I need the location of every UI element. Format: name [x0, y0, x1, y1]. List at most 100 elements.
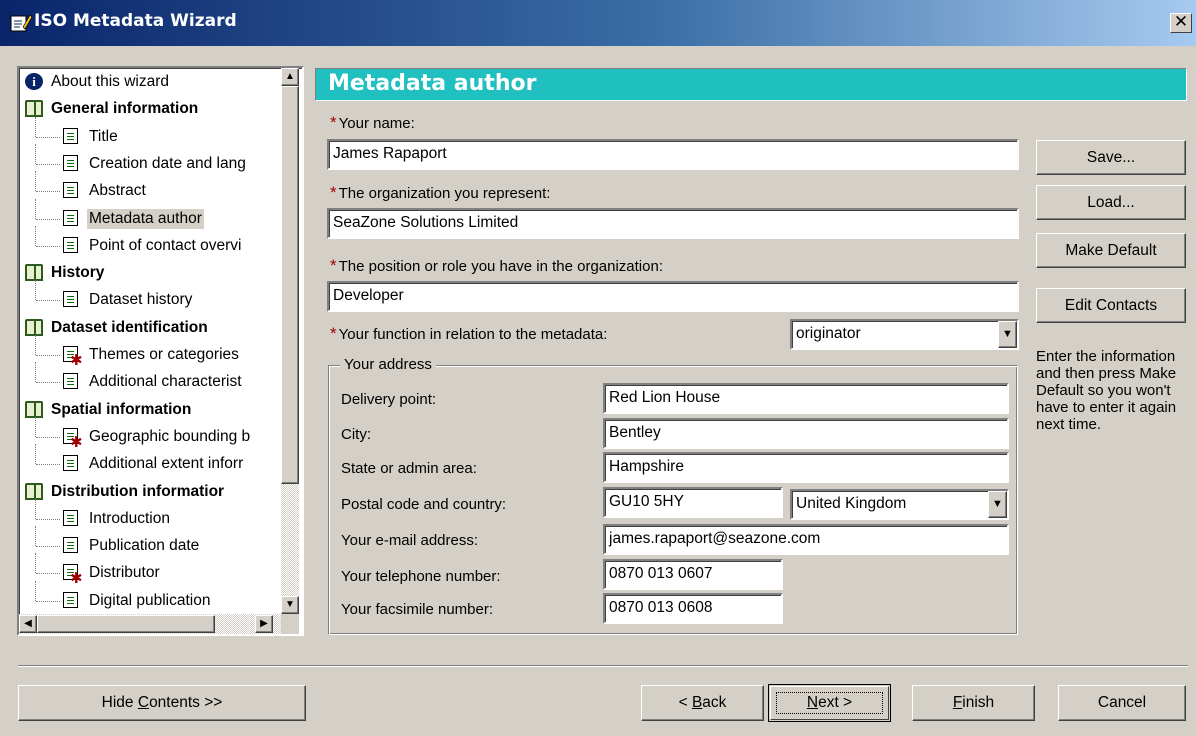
function-select-value: originator [796, 325, 861, 342]
finish-accelerator: F [952, 694, 963, 711]
tree-item-abstract[interactable]: Abstract [19, 171, 281, 206]
tree-connector-line [35, 198, 36, 219]
city-input[interactable]: Bentley [603, 418, 1009, 449]
contents-tree[interactable]: i About this wizard General information Tit… [17, 66, 304, 636]
tree-connector-line [36, 355, 60, 356]
close-button[interactable]: ✕ [1170, 13, 1192, 33]
tree-item-geographic-bounding-b[interactable]: ✱ Geographic bounding b [19, 416, 281, 452]
tree-item-label: Publication date [89, 537, 200, 555]
postal-code-input[interactable]: GU10 5HY [603, 487, 783, 518]
tree-item-metadata-author[interactable]: Metadata author [19, 198, 281, 234]
document-icon [63, 291, 78, 308]
next-button[interactable]: Next > [768, 684, 891, 722]
tree-item-label: Geographic bounding b [89, 427, 251, 445]
tree-connector-line [35, 580, 36, 601]
load-button[interactable]: Load... [1036, 185, 1186, 220]
window-title: ISO Metadata Wizard [34, 11, 237, 31]
scroll-left-button[interactable]: ◀ [19, 615, 37, 633]
scroll-right-button[interactable]: ▶ [255, 615, 273, 633]
country-select[interactable]: United Kingdom ▼ [790, 489, 1009, 520]
tree-vertical-scroll-thumb[interactable] [281, 86, 299, 484]
scroll-down-button[interactable]: ▼ [281, 596, 299, 614]
tree-item-label: Dataset history [89, 291, 193, 309]
tree-connector-line [36, 245, 60, 247]
document-icon [63, 154, 78, 171]
tree-item-label: About this wizard [51, 73, 170, 90]
function-label-text: Your function in relation to the metadat… [338, 326, 608, 343]
required-star-icon: ✱ [70, 570, 83, 588]
tree-item-dataset-history[interactable]: Dataset history [19, 280, 281, 315]
tree-connector-line [36, 136, 60, 138]
footer-separator [18, 665, 1188, 667]
tree-item-title[interactable]: Title [19, 116, 281, 152]
tree-item-distributor[interactable]: ✱ Distributor [19, 553, 281, 588]
position-label: * The position or role you have in the or… [330, 256, 663, 276]
telephone-label: Your telephone number: [341, 568, 501, 585]
tree-item-point-of-contact-overvi[interactable]: Point of contact overvi [19, 225, 281, 261]
document-icon [63, 182, 78, 199]
tree-item-about-this-wizard[interactable]: i About this wizard [19, 71, 281, 97]
tree-item-history[interactable]: History [19, 262, 281, 288]
tree-item-digital-publication[interactable]: Digital publication [19, 580, 281, 614]
name-label: * Your name: [330, 113, 415, 133]
tree-item-creation-date-and-lang[interactable]: Creation date and lang [19, 143, 281, 179]
back-button[interactable]: < Back [641, 685, 764, 721]
fax-label: Your facsimile number: [341, 601, 494, 618]
tree-horizontal-scrollbar[interactable]: ◀ ▶ [19, 614, 281, 634]
tree-item-label: Digital publication [89, 591, 211, 609]
tree-item-additional-characterist[interactable]: Additional characterist [19, 362, 281, 397]
function-dropdown-button[interactable]: ▼ [998, 321, 1017, 348]
document-icon [63, 209, 78, 226]
tree-item-distribution-informatior[interactable]: Distribution informatior [19, 481, 281, 507]
scrollbar-corner [281, 614, 299, 634]
cancel-button[interactable]: Cancel [1058, 685, 1186, 721]
fax-input[interactable]: 0870 013 0608 [603, 593, 783, 624]
tree-connector-line [36, 163, 60, 165]
tree-item-label: Metadata author [87, 208, 204, 229]
document-icon [63, 236, 78, 253]
hide-contents-button[interactable]: Hide Contents >> [18, 685, 306, 721]
tree-vertical-scrollbar[interactable]: ▲ ▼ [281, 68, 299, 614]
tree-item-additional-extent-inforr[interactable]: Additional extent inforr [19, 444, 281, 479]
function-select[interactable]: originator ▼ [790, 319, 1019, 350]
edit-contacts-button[interactable]: Edit Contacts [1036, 288, 1186, 323]
tree-item-general-information[interactable]: General information [19, 98, 281, 124]
finish-button[interactable]: Finish [912, 685, 1035, 721]
tree-item-dataset-identification[interactable]: Dataset identification [19, 317, 281, 343]
book-icon [25, 482, 43, 500]
position-input[interactable]: Developer [327, 281, 1019, 312]
tree-connector-line [35, 526, 36, 547]
book-icon [25, 100, 43, 118]
make-default-button[interactable]: Make Default [1036, 233, 1186, 268]
postal-code-label: Postal code and country: [341, 496, 507, 513]
book-icon [25, 264, 43, 282]
tree-connector-line [35, 225, 36, 246]
document-icon [63, 537, 78, 554]
delivery-point-input[interactable]: Red Lion House [603, 383, 1009, 414]
tree-item-label: Themes or categories [89, 346, 239, 363]
country-dropdown-button[interactable]: ▼ [988, 491, 1007, 518]
tree-item-publication-date[interactable]: Publication date [19, 526, 281, 561]
tree-horizontal-scroll-thumb[interactable] [37, 615, 215, 633]
tree-item-spatial-information[interactable]: Spatial information [19, 399, 281, 425]
name-input[interactable]: James Rapaport [327, 139, 1019, 170]
tree-item-themes-or-categories[interactable]: ✱ Themes or categories [19, 335, 281, 370]
scroll-up-button[interactable]: ▲ [281, 68, 299, 86]
arrow-right-icon: ▶ [260, 618, 268, 629]
tree-connector-line [36, 218, 60, 220]
tree-item-introduction[interactable]: Introduction [19, 498, 281, 534]
organization-input[interactable]: SeaZone Solutions Limited [327, 208, 1019, 239]
tree-item-label: Point of contact overvi [89, 236, 242, 254]
page-header: Metadata author [315, 68, 1187, 101]
state-input[interactable]: Hampshire [603, 452, 1009, 483]
organization-label: * The organization you represent: [330, 183, 550, 203]
save-button[interactable]: Save... [1036, 140, 1186, 175]
tree-connector-line [35, 116, 36, 137]
tree-connector-line [36, 464, 60, 466]
tree-connector-line [35, 444, 36, 465]
telephone-input[interactable]: 0870 013 0607 [603, 559, 783, 590]
tree-item-label: Dataset identification [51, 318, 208, 336]
next-button-focus: Next > [776, 692, 883, 714]
email-input[interactable]: james.rapaport@seazone.com [603, 524, 1009, 555]
document-icon [63, 455, 78, 472]
